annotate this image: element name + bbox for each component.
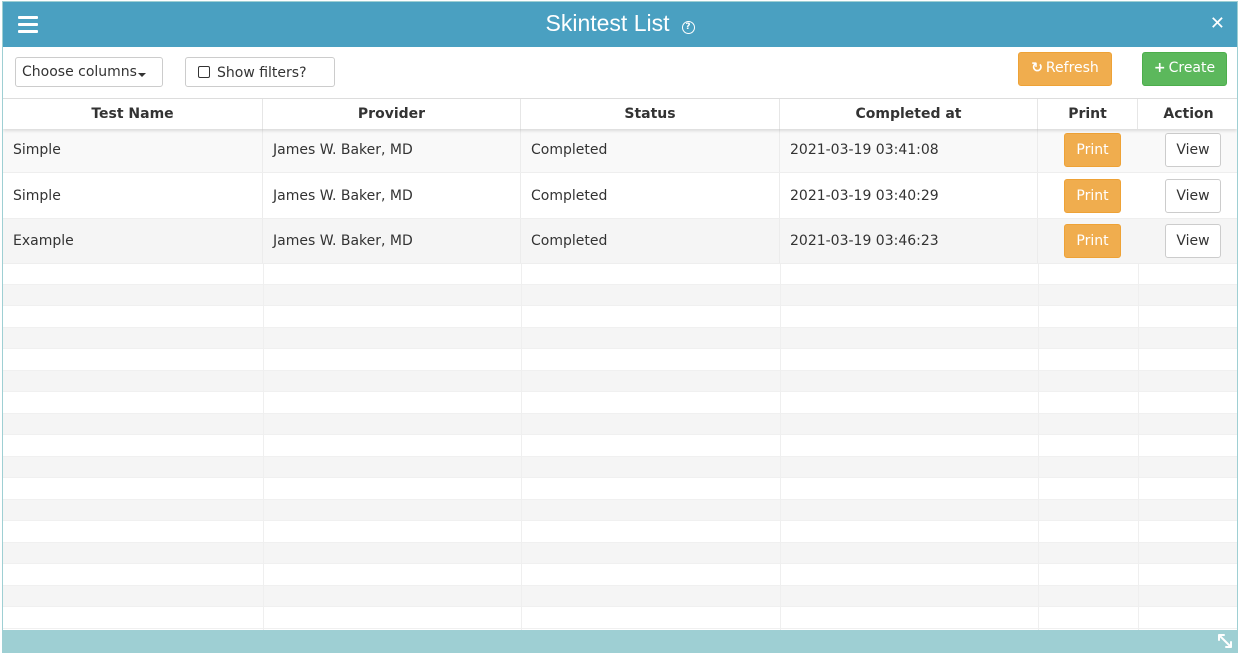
column-divider [1138, 264, 1139, 632]
cell-completed-at: 2021-03-19 03:46:23 [780, 219, 1038, 263]
help-icon[interactable]: ? [681, 21, 695, 34]
table-row[interactable]: Example James W. Baker, MD Completed 202… [3, 219, 1237, 264]
view-button[interactable]: View [1165, 179, 1221, 213]
empty-row [3, 414, 1237, 435]
empty-row [3, 328, 1237, 349]
column-header-provider[interactable]: Provider [263, 99, 521, 129]
title-bar: Skintest List? ✕ [3, 2, 1237, 47]
column-divider [1038, 264, 1039, 632]
grid-header: Test Name Provider Status Completed at P… [3, 98, 1237, 129]
choose-columns-label: Choose columns [22, 64, 137, 80]
window-footer [3, 630, 1237, 652]
column-divider [521, 264, 522, 632]
empty-row [3, 543, 1237, 564]
empty-row [3, 350, 1237, 371]
print-button[interactable]: Print [1064, 224, 1121, 258]
empty-row [3, 608, 1237, 629]
plus-icon: + [1153, 60, 1166, 76]
show-filters-checkbox[interactable] [198, 66, 210, 78]
empty-row [3, 586, 1237, 607]
close-icon[interactable]: ✕ [1210, 13, 1225, 34]
skintest-grid: Test Name Provider Status Completed at P… [3, 98, 1237, 632]
column-header-completed-at[interactable]: Completed at [780, 99, 1038, 129]
cell-completed-at: 2021-03-19 03:40:29 [780, 173, 1038, 218]
toolbar: Choose columns Show filters? ↻ Refresh + C… [3, 47, 1237, 99]
view-button[interactable]: View [1165, 133, 1221, 167]
print-button[interactable]: Print [1064, 133, 1121, 167]
cell-provider: James W. Baker, MD [263, 128, 521, 172]
title-wrap: Skintest List? [3, 10, 1237, 37]
choose-columns-dropdown[interactable]: Choose columns [15, 57, 163, 87]
column-header-test-name[interactable]: Test Name [3, 99, 263, 129]
empty-row [3, 479, 1237, 500]
cell-status: Completed [521, 128, 780, 172]
empty-row [3, 565, 1237, 586]
create-button[interactable]: + Create [1142, 52, 1227, 86]
column-header-print[interactable]: Print [1038, 99, 1138, 129]
column-divider [263, 264, 264, 632]
resize-icon[interactable] [1217, 633, 1233, 649]
table-row[interactable]: Simple James W. Baker, MD Completed 2021… [3, 173, 1237, 219]
column-divider [780, 264, 781, 632]
cell-completed-at: 2021-03-19 03:41:08 [780, 128, 1038, 172]
empty-row [3, 285, 1237, 306]
column-header-status[interactable]: Status [521, 99, 780, 129]
table-row[interactable]: Simple James W. Baker, MD Completed 2021… [3, 128, 1237, 173]
column-header-action[interactable]: Action [1138, 99, 1237, 129]
cell-test-name: Example [3, 219, 263, 263]
cell-provider: James W. Baker, MD [263, 219, 521, 263]
window-title: Skintest List [545, 10, 670, 36]
refresh-icon: ↻ [1031, 60, 1043, 76]
print-button[interactable]: Print [1064, 179, 1121, 213]
show-filters-label: Show filters? [217, 65, 307, 81]
empty-row [3, 307, 1237, 328]
refresh-label: Refresh [1045, 60, 1099, 76]
cell-provider: James W. Baker, MD [263, 173, 521, 218]
cell-status: Completed [521, 173, 780, 218]
skintest-list-window: Skintest List? ✕ Choose columns Show fil… [2, 1, 1238, 653]
show-filters-toggle[interactable]: Show filters? [185, 57, 335, 87]
empty-row [3, 500, 1237, 521]
empty-row [3, 264, 1237, 285]
view-button[interactable]: View [1165, 224, 1221, 258]
empty-row [3, 522, 1237, 543]
cell-test-name: Simple [3, 173, 263, 218]
empty-row [3, 371, 1237, 392]
create-label: Create [1168, 60, 1216, 76]
empty-row [3, 393, 1237, 414]
caret-down-icon [138, 73, 146, 77]
refresh-button[interactable]: ↻ Refresh [1018, 52, 1112, 86]
cell-status: Completed [521, 219, 780, 263]
empty-row [3, 436, 1237, 457]
empty-row [3, 457, 1237, 478]
cell-test-name: Simple [3, 128, 263, 172]
